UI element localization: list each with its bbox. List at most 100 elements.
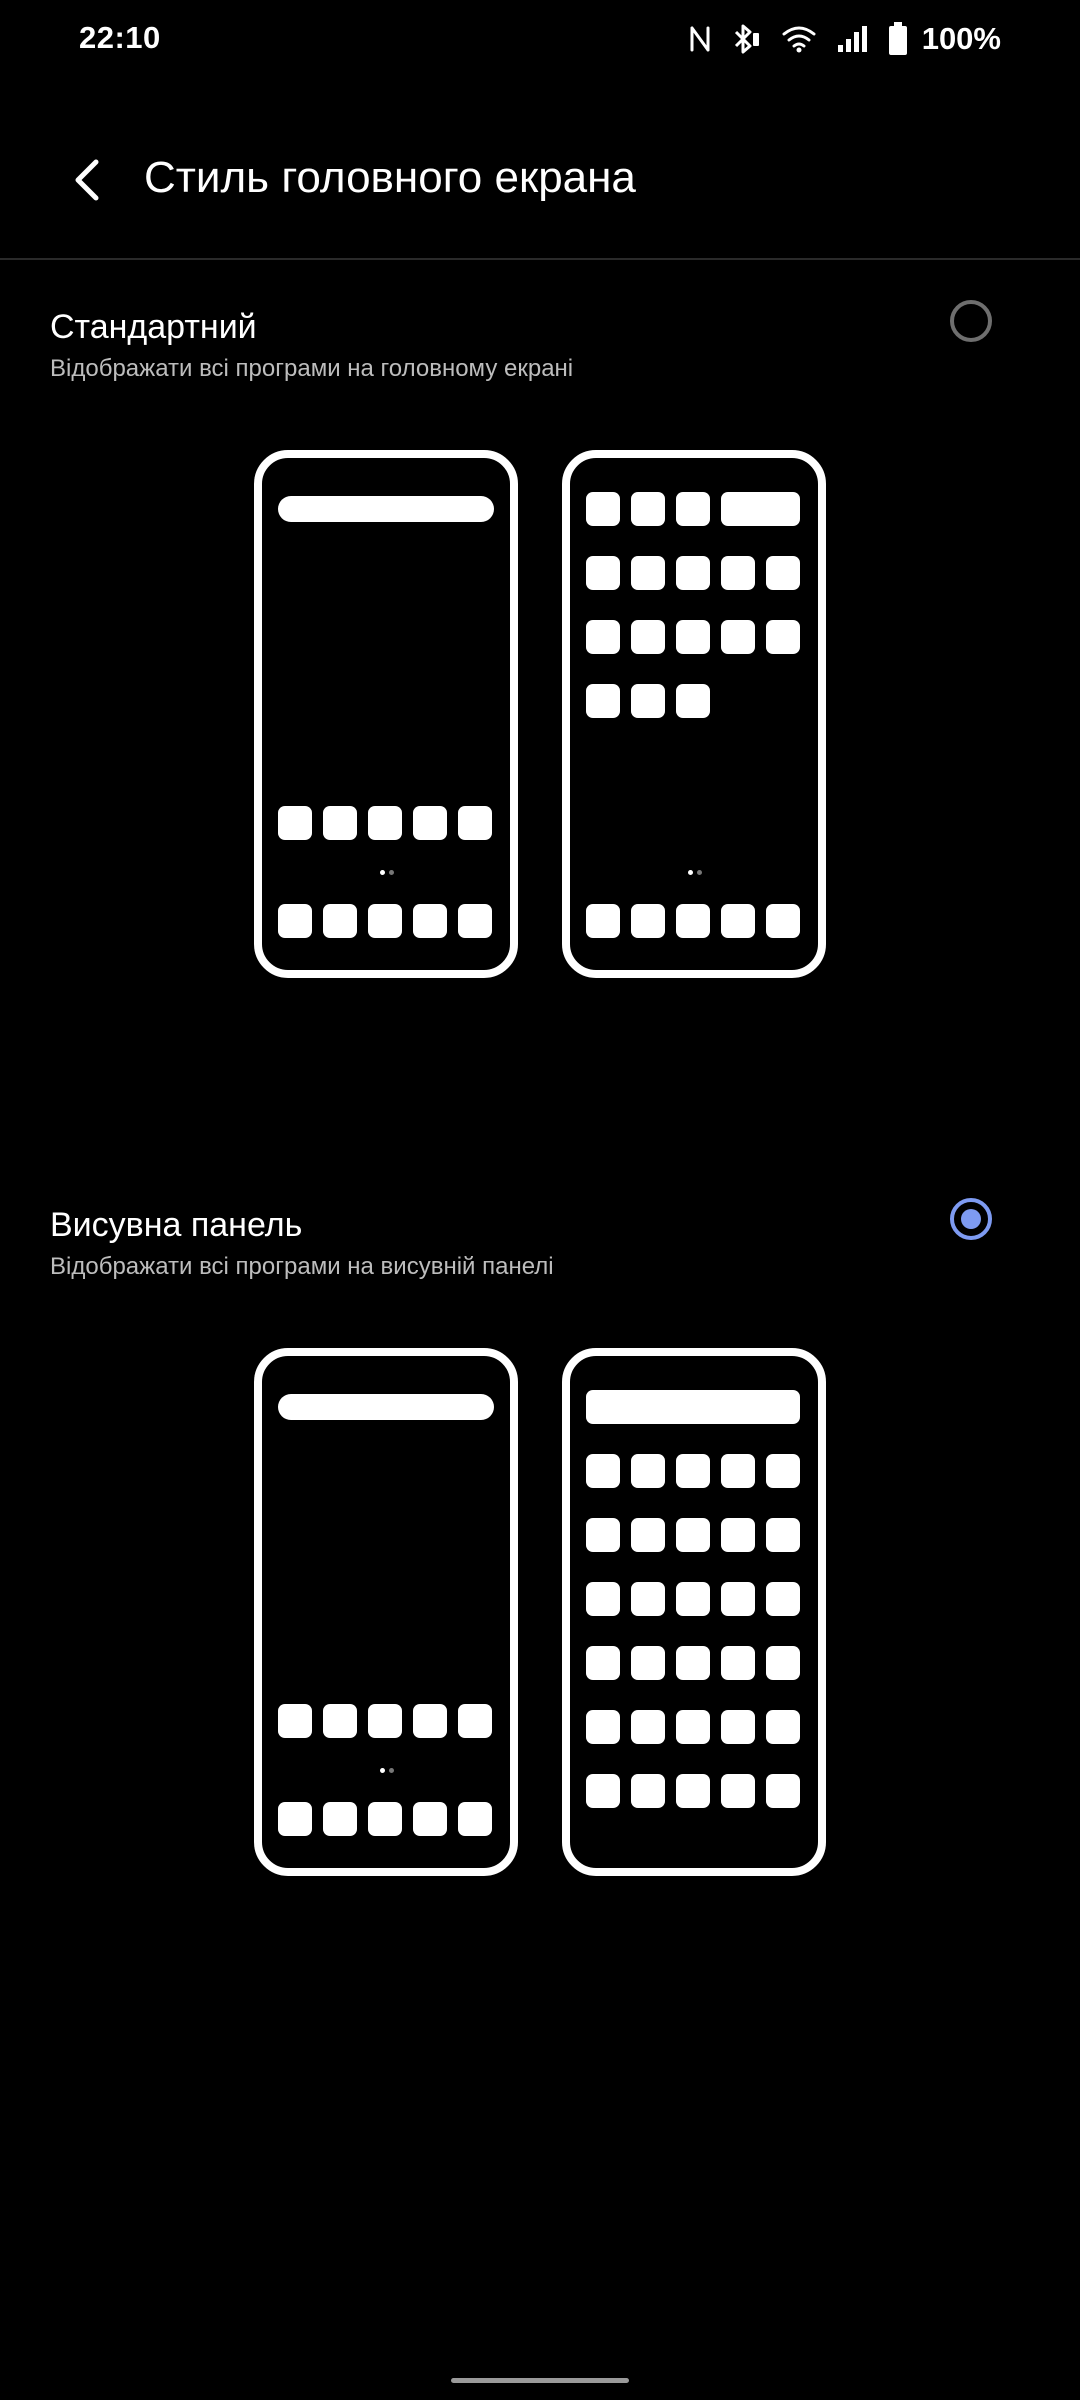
app-icon-shape bbox=[721, 1454, 755, 1488]
search-bar-shape bbox=[278, 1394, 494, 1420]
app-icon-shape bbox=[631, 556, 665, 590]
app-bar-divider bbox=[0, 258, 1080, 260]
app-icon-shape bbox=[721, 1774, 755, 1808]
app-icon-shape bbox=[631, 1582, 665, 1616]
app-icon-shape bbox=[676, 1646, 710, 1680]
app-icon-shape bbox=[766, 1710, 800, 1744]
dock-icon-shape bbox=[458, 904, 492, 938]
app-icon-shape bbox=[721, 1710, 755, 1744]
app-icon-shape bbox=[676, 1518, 710, 1552]
drawer-search-shape bbox=[586, 1390, 800, 1424]
option-description: Відображати всі програми на головному ек… bbox=[50, 355, 574, 382]
option-drawer[interactable]: Висувна панель Відображати всі програми … bbox=[0, 1198, 1080, 1898]
widget-shape bbox=[721, 492, 800, 526]
app-icon-shape bbox=[676, 1710, 710, 1744]
app-icon-shape bbox=[586, 556, 620, 590]
app-icon-shape bbox=[721, 1582, 755, 1616]
app-icon-shape bbox=[586, 1582, 620, 1616]
status-time: 22:10 bbox=[79, 20, 161, 55]
wifi-icon bbox=[782, 25, 816, 53]
dock-icon-shape bbox=[368, 1802, 402, 1836]
app-icon-shape bbox=[721, 1646, 755, 1680]
app-icon-shape bbox=[586, 1646, 620, 1680]
app-icon-shape bbox=[586, 1518, 620, 1552]
app-icon-shape bbox=[631, 1774, 665, 1808]
status-icons: 100% bbox=[688, 18, 1001, 60]
app-icon-shape bbox=[766, 1582, 800, 1616]
app-icon-shape bbox=[586, 1774, 620, 1808]
dock-icon-shape bbox=[413, 1802, 447, 1836]
app-icon-shape bbox=[676, 1774, 710, 1808]
app-icon-shape bbox=[766, 1454, 800, 1488]
status-bar: 22:10 100% bbox=[0, 0, 1080, 80]
dock-icon-shape bbox=[766, 904, 800, 938]
app-icon-shape bbox=[766, 556, 800, 590]
app-bar: Стиль головного екрана bbox=[0, 110, 1080, 240]
option-title: Висувна панель bbox=[50, 1206, 303, 1244]
app-icon-shape bbox=[368, 806, 402, 840]
dock-icon-shape bbox=[278, 1802, 312, 1836]
app-icon-shape bbox=[586, 620, 620, 654]
app-icon-shape bbox=[368, 1704, 402, 1738]
app-icon-shape bbox=[631, 1518, 665, 1552]
app-icon-shape bbox=[413, 806, 447, 840]
page-title: Стиль головного екрана bbox=[144, 153, 636, 202]
app-icon-shape bbox=[766, 620, 800, 654]
radio-standard[interactable] bbox=[950, 300, 992, 342]
preview-app-drawer bbox=[562, 1348, 826, 1876]
dock-icon-shape bbox=[368, 904, 402, 938]
app-icon-shape bbox=[631, 1646, 665, 1680]
app-icon-shape bbox=[586, 1454, 620, 1488]
page-dots bbox=[380, 1768, 396, 1774]
dock-icon-shape bbox=[586, 904, 620, 938]
app-icon-shape bbox=[278, 806, 312, 840]
app-icon-shape bbox=[676, 556, 710, 590]
navigation-handle[interactable] bbox=[451, 2378, 629, 2383]
radio-selected-dot bbox=[961, 1209, 981, 1229]
app-icon-shape bbox=[676, 620, 710, 654]
search-bar-shape bbox=[278, 496, 494, 522]
app-icon-shape bbox=[631, 492, 665, 526]
app-icon-shape bbox=[323, 806, 357, 840]
battery-percent: 100% bbox=[921, 21, 1001, 56]
radio-drawer[interactable] bbox=[950, 1198, 992, 1240]
page-dots bbox=[380, 870, 396, 876]
app-icon-shape bbox=[721, 1518, 755, 1552]
dock-icon-shape bbox=[413, 904, 447, 938]
option-standard[interactable]: Стандартний Відображати всі програми на … bbox=[0, 300, 1080, 1000]
app-icon-shape bbox=[676, 684, 710, 718]
app-icon-shape bbox=[631, 1710, 665, 1744]
bluetooth-icon bbox=[732, 23, 762, 55]
app-icon-shape bbox=[631, 684, 665, 718]
nfc-icon bbox=[688, 24, 712, 54]
app-icon-shape bbox=[458, 1704, 492, 1738]
app-icon-shape bbox=[721, 620, 755, 654]
app-icon-shape bbox=[458, 806, 492, 840]
app-icon-shape bbox=[586, 1710, 620, 1744]
app-icon-shape bbox=[631, 1454, 665, 1488]
back-arrow-icon bbox=[75, 159, 99, 201]
app-icon-shape bbox=[631, 620, 665, 654]
app-icon-shape bbox=[323, 1704, 357, 1738]
battery-icon bbox=[888, 22, 908, 56]
app-icon-shape bbox=[676, 1582, 710, 1616]
signal-icon bbox=[836, 25, 868, 53]
app-icon-shape bbox=[721, 556, 755, 590]
dock-icon-shape bbox=[278, 904, 312, 938]
dock-icon-shape bbox=[323, 1802, 357, 1836]
app-icon-shape bbox=[676, 1454, 710, 1488]
dock-icon-shape bbox=[721, 904, 755, 938]
preview-home-screen bbox=[254, 1348, 518, 1876]
app-icon-shape bbox=[413, 1704, 447, 1738]
page-dots bbox=[688, 870, 704, 876]
dock-icon-shape bbox=[631, 904, 665, 938]
back-button[interactable] bbox=[48, 140, 128, 220]
app-icon-shape bbox=[586, 492, 620, 526]
preview-apps-on-home bbox=[562, 450, 826, 978]
app-icon-shape bbox=[676, 492, 710, 526]
app-icon-shape bbox=[766, 1518, 800, 1552]
app-icon-shape bbox=[766, 1774, 800, 1808]
dock-icon-shape bbox=[458, 1802, 492, 1836]
option-description: Відображати всі програми на висувній пан… bbox=[50, 1253, 554, 1280]
app-icon-shape bbox=[278, 1704, 312, 1738]
